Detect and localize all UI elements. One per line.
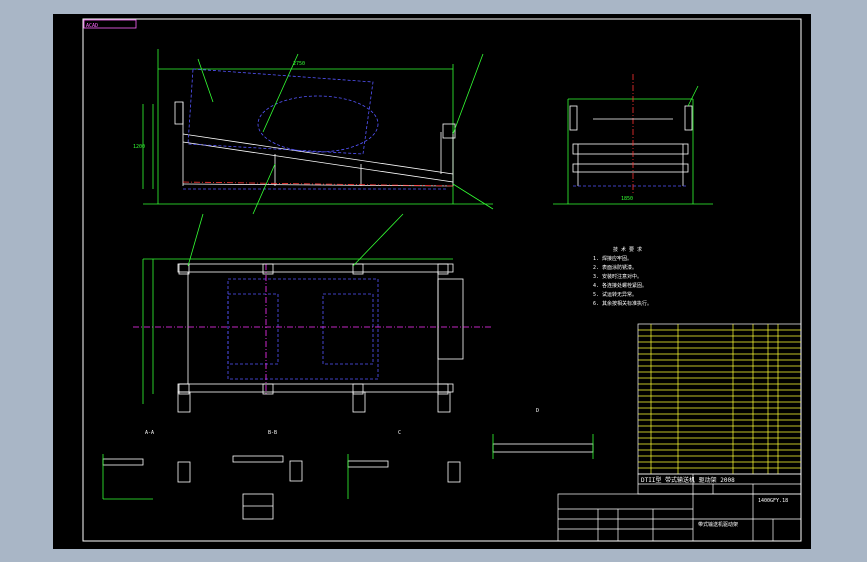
bom-table (637, 323, 802, 475)
section-label-b: B-B (268, 430, 278, 436)
dim-width-top: 2750 (293, 61, 306, 67)
section-label-c: C (398, 430, 402, 436)
drawing-subtitle: 带式输送机驱动架 (698, 522, 739, 528)
section-label-d: D (536, 408, 540, 414)
notes-title: 技 术 要 求 (613, 247, 643, 253)
plan-view (133, 213, 493, 413)
title-block (557, 473, 802, 542)
drawing-tag: ACAD (86, 23, 99, 29)
notes-line: 5. 试运转无异常。 (593, 292, 638, 298)
notes-line: 2. 表面涂防锈漆。 (593, 265, 638, 271)
notes-line: 4. 各连接处螺栓紧固。 (593, 283, 648, 289)
drawing-number: 1400GFY.18 (758, 498, 789, 504)
section-label-a: A-A (145, 430, 155, 436)
drawing-frame (82, 18, 802, 542)
dim-height-left: 1200 (133, 144, 146, 150)
front-elevation (142, 49, 494, 215)
cad-drawing (82, 18, 802, 542)
cad-viewport[interactable]: ACAD A-A B-B C D 2750 1200 1850 技 术 要 求 … (53, 14, 811, 549)
dim-side-width: 1850 (621, 196, 634, 202)
notes-line: 6. 其余按相关标准执行。 (593, 301, 653, 307)
notes-line: 3. 安装时注意对中。 (593, 274, 643, 280)
product-name: DTII型 带式输送机 驱动架 2008 (641, 477, 735, 484)
notes-line: 1. 焊接应牢固。 (593, 256, 633, 262)
section-details (102, 434, 594, 520)
side-elevation (553, 74, 713, 205)
